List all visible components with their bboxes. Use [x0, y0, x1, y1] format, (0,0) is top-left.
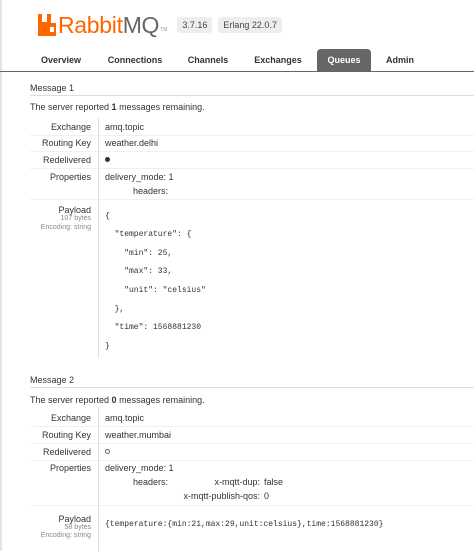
app-header: RabbitMQ TM 3.7.16 Erlang 22.0.7 [37, 9, 282, 41]
payload-line: "time": 1568881230 [105, 323, 202, 332]
exchange-value: amq.topic [105, 413, 145, 423]
payload-label: Payload [58, 205, 91, 215]
property-value: 1 [168, 463, 174, 473]
payload-size: 107 bytes [60, 215, 91, 222]
tab-exchanges[interactable]: Exchanges [245, 49, 311, 72]
payload-size: 58 bytes [64, 524, 91, 531]
rabbitmq-version-badge: 3.7.16 [177, 17, 213, 33]
property-delivery-mode: delivery_mode: 1 [105, 172, 174, 182]
exchange-value: amq.topic [105, 122, 145, 132]
row-separator [30, 460, 474, 461]
tab-queues[interactable]: Queues [317, 49, 371, 72]
tab-overview[interactable]: Overview [30, 49, 92, 72]
property-headers-key: headers: [133, 477, 169, 487]
rabbit-logo-icon [38, 14, 56, 36]
properties-label: Properties [49, 172, 91, 182]
redelivered-false-icon [105, 449, 110, 454]
message-1-summary: The server reported 1 messages remaining… [30, 102, 205, 112]
payload-line: }, [105, 305, 125, 314]
message-2-title: Message 2 [30, 375, 75, 385]
message-1-divider [30, 95, 474, 96]
exchange-label: Exchange [50, 122, 91, 132]
row-separator [30, 505, 474, 506]
message-2-table-border [98, 409, 99, 551]
payload-line: "unit": "celsius" [105, 286, 206, 295]
summary-text: The server reported [30, 102, 112, 112]
message-2-divider [30, 387, 474, 388]
exchange-label: Exchange [50, 413, 91, 423]
property-key: delivery_mode: [105, 172, 167, 182]
row-separator [30, 426, 474, 427]
payload-line: } [105, 342, 110, 351]
payload-encoding: Encoding: string [40, 532, 91, 539]
routing-key-label: Routing Key [41, 138, 91, 148]
logo-prefix: Rabbit [58, 11, 123, 38]
redelivered-true-icon [105, 157, 110, 162]
tab-admin[interactable]: Admin [377, 49, 423, 72]
payload-line: "temperature": { [105, 230, 192, 239]
erlang-version-badge: Erlang 22.0.7 [218, 17, 282, 33]
summary-text: The server reported [30, 395, 112, 405]
header-mqtt-qos-key: x-mqtt-publish-qos: [183, 491, 260, 501]
payload-line: { [105, 212, 110, 221]
property-delivery-mode: delivery_mode: 1 [105, 463, 174, 473]
payload-line: "max": 33, [105, 267, 173, 276]
payload-text: {temperature:{min:21,max:29,unit:celsius… [105, 520, 384, 529]
row-separator [30, 199, 474, 200]
property-value: 1 [168, 172, 174, 182]
logo-suffix: MQ [122, 11, 160, 38]
payload-encoding: Encoding: string [40, 224, 91, 231]
routing-key-value: weather.mumbai [105, 430, 172, 440]
property-key: delivery_mode: [105, 463, 167, 473]
row-separator [30, 168, 474, 169]
redelivered-label: Redelivered [42, 155, 91, 165]
payload-line: "min": 25, [105, 249, 173, 258]
header-mqtt-dup-key: x-mqtt-dup: [214, 477, 260, 487]
message-1-title: Message 1 [30, 83, 75, 93]
tab-connections[interactable]: Connections [98, 49, 172, 72]
message-1-table-border [98, 118, 99, 358]
properties-label: Properties [49, 463, 91, 473]
row-separator [30, 443, 474, 444]
summary-text-end: messages remaining. [116, 395, 205, 405]
routing-key-label: Routing Key [41, 430, 91, 440]
main-nav: Overview Connections Channels Exchanges … [0, 49, 474, 72]
row-separator [30, 151, 474, 152]
rabbitmq-logo[interactable]: RabbitMQ TM [37, 12, 167, 39]
message-2-summary: The server reported 0 messages remaining… [30, 395, 205, 405]
property-headers-key: headers: [133, 186, 169, 196]
header-mqtt-qos-value: 0 [264, 491, 270, 501]
payload-label: Payload [58, 514, 91, 524]
redelivered-label: Redelivered [42, 447, 91, 457]
logo-trademark: TM [160, 26, 168, 33]
logo-text: RabbitMQ [58, 12, 159, 39]
routing-key-value: weather.delhi [105, 138, 159, 148]
row-separator [30, 135, 474, 136]
tab-channels[interactable]: Channels [178, 49, 238, 72]
summary-text-end: messages remaining. [116, 102, 205, 112]
header-mqtt-dup-value: false [264, 477, 284, 487]
